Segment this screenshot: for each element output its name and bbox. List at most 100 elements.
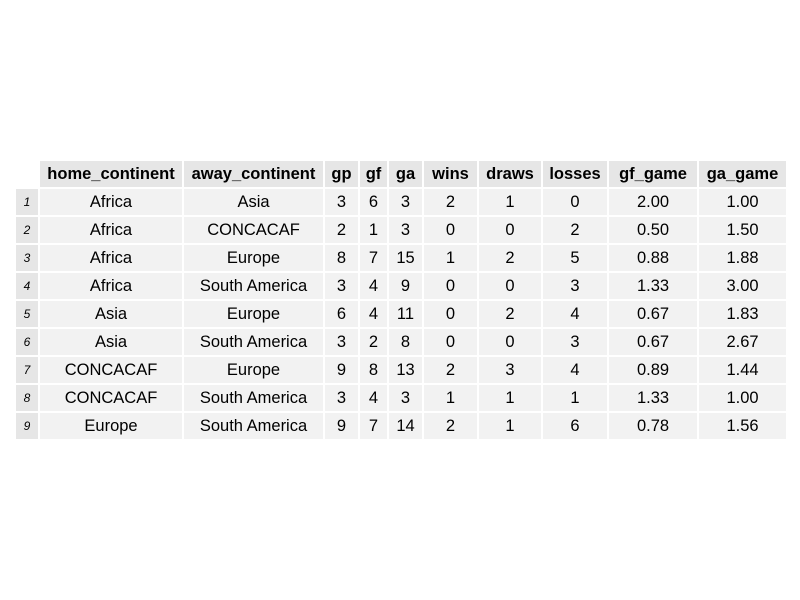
cell-gf: 6 <box>360 189 387 215</box>
cell-home-continent: CONCACAF <box>40 357 182 383</box>
cell-home-continent: Africa <box>40 245 182 271</box>
cell-gp: 9 <box>325 357 358 383</box>
row-number-header <box>16 161 38 187</box>
cell-draws: 2 <box>479 245 541 271</box>
cell-draws: 0 <box>479 273 541 299</box>
cell-gf-game: 0.50 <box>609 217 697 243</box>
cell-gp: 6 <box>325 301 358 327</box>
cell-gf: 4 <box>360 385 387 411</box>
column-header-wins: wins <box>424 161 477 187</box>
cell-gf: 7 <box>360 245 387 271</box>
cell-ga: 15 <box>389 245 422 271</box>
cell-away-continent: South America <box>184 273 323 299</box>
table-row: 5 Asia Europe 6 4 11 0 2 4 0.67 1.83 <box>16 301 786 327</box>
cell-home-continent: CONCACAF <box>40 385 182 411</box>
cell-gp: 2 <box>325 217 358 243</box>
cell-losses: 5 <box>543 245 607 271</box>
cell-draws: 2 <box>479 301 541 327</box>
cell-gf: 8 <box>360 357 387 383</box>
cell-away-continent: Europe <box>184 301 323 327</box>
cell-ga-game: 1.88 <box>699 245 786 271</box>
cell-gf-game: 1.33 <box>609 273 697 299</box>
cell-ga-game: 1.00 <box>699 385 786 411</box>
cell-gf-game: 2.00 <box>609 189 697 215</box>
row-number: 5 <box>16 301 38 327</box>
cell-gf: 4 <box>360 301 387 327</box>
table-row: 1 Africa Asia 3 6 3 2 1 0 2.00 1.00 <box>16 189 786 215</box>
cell-wins: 1 <box>424 385 477 411</box>
cell-gp: 8 <box>325 245 358 271</box>
row-number: 3 <box>16 245 38 271</box>
cell-home-continent: Asia <box>40 329 182 355</box>
cell-ga: 11 <box>389 301 422 327</box>
table-row: 7 CONCACAF Europe 9 8 13 2 3 4 0.89 1.44 <box>16 357 786 383</box>
cell-ga-game: 1.50 <box>699 217 786 243</box>
cell-losses: 4 <box>543 301 607 327</box>
column-header-ga-game: ga_game <box>699 161 786 187</box>
cell-home-continent: Africa <box>40 273 182 299</box>
cell-draws: 1 <box>479 385 541 411</box>
cell-gf-game: 1.33 <box>609 385 697 411</box>
column-header-draws: draws <box>479 161 541 187</box>
cell-ga: 13 <box>389 357 422 383</box>
results-table-container: home_continent away_continent gp gf ga w… <box>16 161 786 439</box>
cell-wins: 2 <box>424 357 477 383</box>
cell-gf: 2 <box>360 329 387 355</box>
column-header-gf: gf <box>360 161 387 187</box>
cell-draws: 0 <box>479 217 541 243</box>
table-body: 1 Africa Asia 3 6 3 2 1 0 2.00 1.00 2 Africa CONCACAF… <box>16 189 786 439</box>
cell-wins: 0 <box>424 217 477 243</box>
column-header-losses: losses <box>543 161 607 187</box>
cell-gp: 3 <box>325 385 358 411</box>
cell-losses: 0 <box>543 189 607 215</box>
cell-losses: 1 <box>543 385 607 411</box>
cell-gf: 7 <box>360 413 387 439</box>
cell-gf-game: 0.89 <box>609 357 697 383</box>
cell-wins: 2 <box>424 413 477 439</box>
cell-draws: 1 <box>479 413 541 439</box>
cell-wins: 0 <box>424 301 477 327</box>
cell-ga: 8 <box>389 329 422 355</box>
column-header-gf-game: gf_game <box>609 161 697 187</box>
cell-gf: 1 <box>360 217 387 243</box>
cell-ga: 3 <box>389 385 422 411</box>
table-row: 4 Africa South America 3 4 9 0 0 3 1.33 3.00 <box>16 273 786 299</box>
column-header-ga: ga <box>389 161 422 187</box>
cell-draws: 0 <box>479 329 541 355</box>
cell-ga: 3 <box>389 189 422 215</box>
row-number: 9 <box>16 413 38 439</box>
row-number: 1 <box>16 189 38 215</box>
cell-losses: 3 <box>543 273 607 299</box>
cell-ga-game: 1.83 <box>699 301 786 327</box>
cell-losses: 6 <box>543 413 607 439</box>
cell-gf-game: 0.88 <box>609 245 697 271</box>
header-row: home_continent away_continent gp gf ga w… <box>16 161 786 187</box>
cell-wins: 2 <box>424 189 477 215</box>
cell-gf: 4 <box>360 273 387 299</box>
cell-wins: 1 <box>424 245 477 271</box>
column-header-home-continent: home_continent <box>40 161 182 187</box>
cell-losses: 2 <box>543 217 607 243</box>
row-number: 2 <box>16 217 38 243</box>
cell-away-continent: Europe <box>184 245 323 271</box>
cell-wins: 0 <box>424 329 477 355</box>
cell-home-continent: Africa <box>40 189 182 215</box>
cell-gf-game: 0.67 <box>609 301 697 327</box>
cell-draws: 1 <box>479 189 541 215</box>
cell-gf-game: 0.78 <box>609 413 697 439</box>
cell-ga: 3 <box>389 217 422 243</box>
cell-ga-game: 2.67 <box>699 329 786 355</box>
cell-away-continent: South America <box>184 385 323 411</box>
cell-wins: 0 <box>424 273 477 299</box>
cell-away-continent: Asia <box>184 189 323 215</box>
cell-ga-game: 3.00 <box>699 273 786 299</box>
cell-home-continent: Africa <box>40 217 182 243</box>
cell-gf-game: 0.67 <box>609 329 697 355</box>
cell-home-continent: Europe <box>40 413 182 439</box>
column-header-gp: gp <box>325 161 358 187</box>
cell-losses: 4 <box>543 357 607 383</box>
column-header-away-continent: away_continent <box>184 161 323 187</box>
cell-gp: 3 <box>325 189 358 215</box>
cell-home-continent: Asia <box>40 301 182 327</box>
table-row: 8 CONCACAF South America 3 4 3 1 1 1 1.33 1.00 <box>16 385 786 411</box>
